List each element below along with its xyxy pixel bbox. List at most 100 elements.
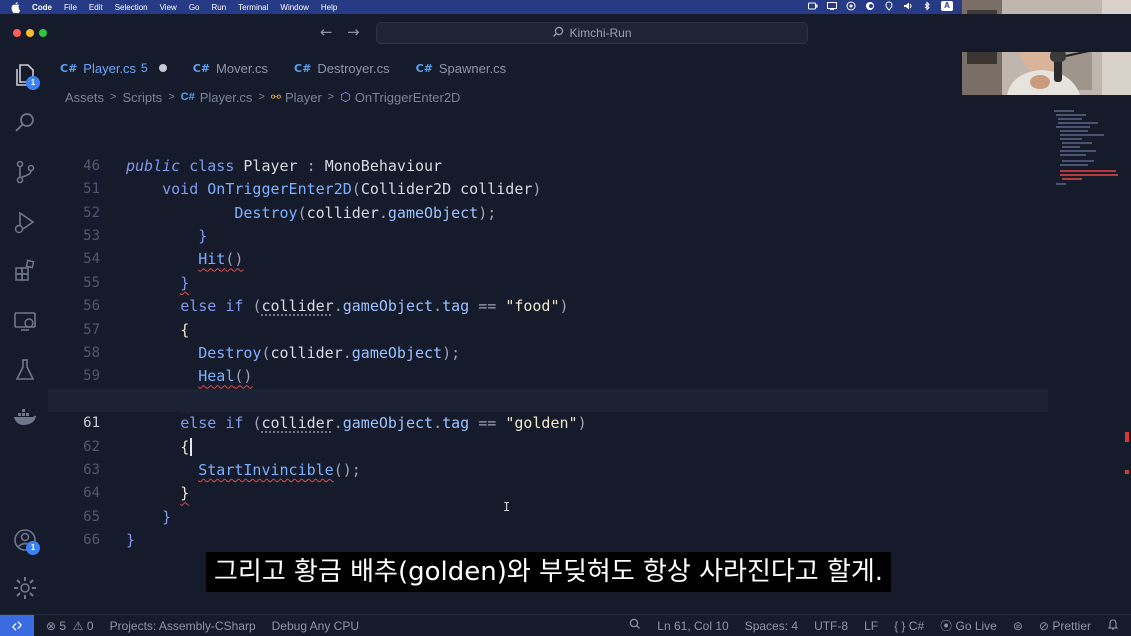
menu-window[interactable]: Window xyxy=(280,3,308,12)
code-line[interactable]: 59 } xyxy=(48,342,1048,408)
indentation[interactable]: Spaces: 4 xyxy=(745,619,798,633)
code-line[interactable]: 63 } xyxy=(48,436,1048,502)
zoom-icon[interactable] xyxy=(629,618,641,633)
remote-icon xyxy=(12,620,22,631)
location-icon[interactable] xyxy=(884,1,894,11)
chevron-right-icon: > xyxy=(258,91,265,103)
tab-destroyer-cs[interactable]: C# Destroyer.cs xyxy=(282,52,404,84)
control-center-icon[interactable] xyxy=(846,1,856,11)
remote-explorer-icon[interactable] xyxy=(12,308,38,334)
end-of-line[interactable]: LF xyxy=(864,619,878,633)
source-control-icon[interactable] xyxy=(12,159,38,185)
window-close-button[interactable] xyxy=(13,29,21,37)
menu-edit[interactable]: Edit xyxy=(89,3,103,12)
minimap[interactable] xyxy=(1050,108,1120,188)
run-debug-icon[interactable] xyxy=(12,209,38,235)
problems-indicator[interactable]: ⊗ 5 ⚠ 0 xyxy=(46,619,94,633)
menubar-status-icons: A xyxy=(808,1,953,11)
code-line-current[interactable]: 61 { xyxy=(48,388,1048,457)
command-center-search[interactable]: Kimchi-Run xyxy=(376,22,808,44)
prettier-icon: ⊘ xyxy=(1038,618,1049,633)
class-symbol-icon: ⚯ xyxy=(270,90,281,104)
code-line[interactable]: 62 StartInvincible(); xyxy=(48,412,1048,479)
bluetooth-icon[interactable] xyxy=(922,1,932,11)
code-line[interactable]: 51 Destroy(collider.gameObject); xyxy=(48,155,1048,221)
tab-mover-cs[interactable]: C# Mover.cs xyxy=(181,52,282,84)
explorer-badge: 1 xyxy=(26,76,40,90)
scrollbar-error-marker xyxy=(1125,470,1129,474)
flask-icon[interactable] xyxy=(12,357,38,383)
menu-file[interactable]: File xyxy=(64,3,77,12)
gear-icon[interactable] xyxy=(12,575,38,601)
search-icon[interactable] xyxy=(12,110,38,136)
tab-spawner-cs[interactable]: C# Spawner.cs xyxy=(404,52,521,84)
code-line[interactable]: 52 } xyxy=(48,178,1048,245)
code-line[interactable]: 57 Destroy(collider.gameObject); xyxy=(48,295,1048,362)
menu-help[interactable]: Help xyxy=(321,3,337,12)
code-line[interactable]: 54 } xyxy=(48,225,1048,291)
breadcrumb-scripts[interactable]: Scripts xyxy=(122,90,162,105)
breadcrumb-method[interactable]: OnTriggerEnter2D xyxy=(355,90,461,105)
docker-icon[interactable] xyxy=(12,404,38,430)
screen-record-icon[interactable] xyxy=(808,1,818,11)
menu-app-name[interactable]: Code xyxy=(32,3,52,12)
warning-icon: ⚠ xyxy=(72,618,84,633)
extensions-icon[interactable] xyxy=(12,257,38,283)
sticky-line[interactable]: 46 void OnTriggerEnter2D(Collider2D coll… xyxy=(48,131,1048,198)
search-icon xyxy=(552,26,564,41)
code-text: } xyxy=(126,531,136,550)
menu-run[interactable]: Run xyxy=(211,3,226,12)
tab-player-cs[interactable]: C# Player.cs 5 xyxy=(48,52,181,84)
csharp-file-icon: C# xyxy=(294,61,312,75)
forward-arrow-icon[interactable]: → xyxy=(347,23,360,41)
back-arrow-icon[interactable]: ← xyxy=(320,23,333,41)
code-line[interactable]: 64 } xyxy=(48,459,1048,525)
projects-indicator[interactable]: Projects: Assembly-CSharp xyxy=(110,619,256,633)
breadcrumb: Assets > Scripts > C# Player.cs > ⚯ Play… xyxy=(65,86,460,108)
sticky-line[interactable]: 3 public class Player : MonoBehaviour xyxy=(48,108,1048,175)
mouse-ibeam-cursor-icon: I xyxy=(503,500,511,514)
code-line[interactable]: 66 xyxy=(48,506,1048,548)
code-editor[interactable]: 3 public class Player : MonoBehaviour 46… xyxy=(48,108,1048,614)
breadcrumb-assets[interactable]: Assets xyxy=(65,90,104,105)
breadcrumb-player-cs[interactable]: Player.cs xyxy=(200,90,253,105)
prettier-button[interactable]: ⊘ Prettier xyxy=(1039,619,1091,633)
menu-go[interactable]: Go xyxy=(189,3,200,12)
video-subtitle: 그리고 황금 배추(golden)와 부딪혀도 항상 사라진다고 할게. xyxy=(206,552,892,592)
window-minimize-button[interactable] xyxy=(26,29,34,37)
chevron-right-icon: > xyxy=(327,91,335,103)
code-line[interactable]: 56 { xyxy=(48,272,1048,338)
file-encoding[interactable]: UTF-8 xyxy=(814,619,848,633)
menu-view[interactable]: View xyxy=(160,3,177,12)
display-icon[interactable] xyxy=(827,1,837,11)
code-line[interactable]: 65 } xyxy=(48,482,1048,549)
method-symbol-icon: ⬡ xyxy=(340,90,351,104)
copilot-icon[interactable]: ⊜ xyxy=(1013,619,1023,633)
debug-configuration[interactable]: Debug Any CPU xyxy=(272,619,359,633)
menu-selection[interactable]: Selection xyxy=(115,3,148,12)
accounts-badge: 1 xyxy=(26,541,40,555)
code-line[interactable]: 60 else if (collider.gameObject.tag == "… xyxy=(48,365,1048,432)
circle-app-icon[interactable] xyxy=(865,1,875,11)
code-line[interactable]: 58 Heal() xyxy=(48,319,1048,385)
remote-indicator-button[interactable] xyxy=(0,615,34,636)
unsaved-dot-icon[interactable] xyxy=(158,64,167,72)
broadcast-icon: ⦿ xyxy=(940,619,953,633)
code-line[interactable]: 55 else if (collider.gameObject.tag == "… xyxy=(48,248,1048,315)
cursor-position[interactable]: Ln 61, Col 10 xyxy=(657,619,728,633)
menu-terminal[interactable]: Terminal xyxy=(238,3,268,12)
breadcrumb-player-class[interactable]: Player xyxy=(285,90,322,105)
code-line[interactable]: 53 Hit() xyxy=(48,202,1048,268)
go-live-button[interactable]: ⦿ Go Live xyxy=(940,617,997,634)
window-maximize-button[interactable] xyxy=(39,29,47,37)
language-mode[interactable]: { } C# xyxy=(894,619,924,633)
csharp-file-icon: C# xyxy=(60,61,78,75)
volume-icon[interactable] xyxy=(903,1,913,11)
bell-icon[interactable] xyxy=(1107,618,1119,633)
apple-icon[interactable] xyxy=(10,1,22,13)
tab-label: Spawner.cs xyxy=(438,60,507,76)
line-number: 66 xyxy=(83,532,100,549)
tab-label: Destroyer.cs xyxy=(317,60,390,76)
keyboard-input-indicator[interactable]: A xyxy=(941,1,953,11)
error-count: 5 xyxy=(59,618,67,633)
